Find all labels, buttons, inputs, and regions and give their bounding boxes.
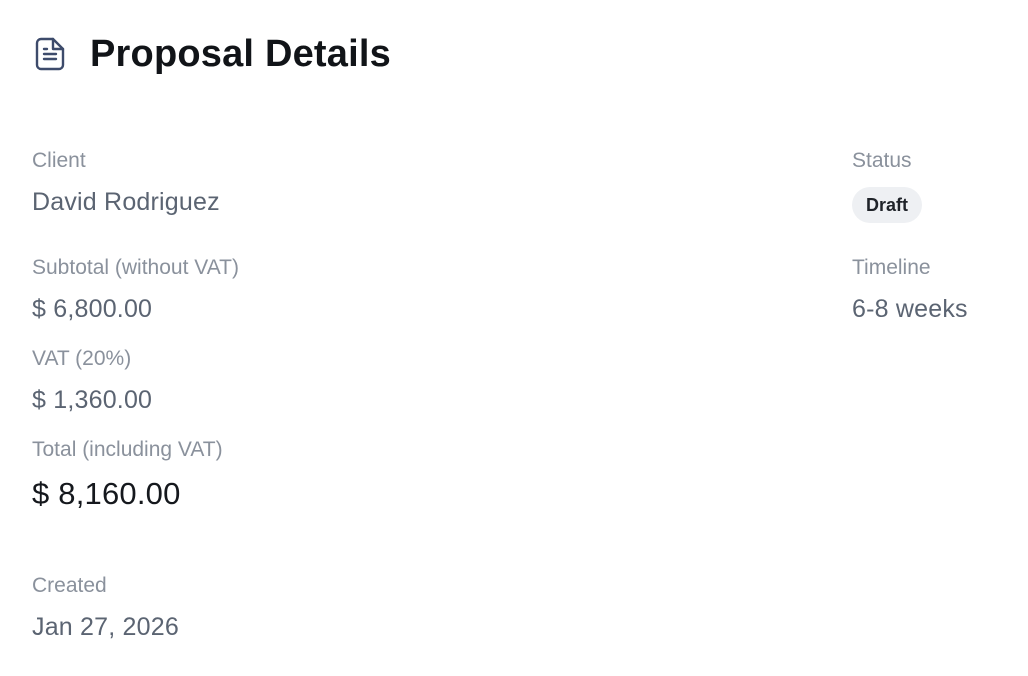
vat-value: $ 1,360.00: [32, 386, 153, 414]
subtotal-label: Subtotal (without VAT): [32, 256, 239, 279]
client-label: Client: [32, 149, 86, 172]
document-icon: [32, 36, 68, 72]
timeline-value: 6-8 weeks: [852, 295, 968, 323]
client-value: David Rodriguez: [32, 188, 220, 216]
status-badge: Draft: [852, 187, 923, 223]
timeline-label: Timeline: [852, 256, 931, 279]
client-field: Client David Rodriguez: [32, 149, 220, 217]
subtotal-field: Subtotal (without VAT) $ 6,800.00: [32, 256, 239, 324]
status-field: Status Draft: [852, 149, 923, 223]
vat-field: VAT (20%) $ 1,360.00: [32, 347, 152, 415]
created-field: Created Jan 27, 2026: [32, 574, 179, 642]
created-label: Created: [32, 574, 107, 597]
total-field: Total (including VAT) $ 8,160.00: [32, 438, 223, 512]
timeline-field: Timeline 6-8 weeks: [852, 256, 968, 324]
page-title: Proposal Details: [90, 32, 391, 75]
status-label: Status: [852, 149, 912, 172]
subtotal-value: $ 6,800.00: [32, 295, 153, 323]
created-value: Jan 27, 2026: [32, 613, 179, 641]
total-value: $ 8,160.00: [32, 476, 181, 511]
vat-label: VAT (20%): [32, 347, 132, 370]
total-label: Total (including VAT): [32, 438, 223, 461]
page-header: Proposal Details: [32, 30, 391, 78]
